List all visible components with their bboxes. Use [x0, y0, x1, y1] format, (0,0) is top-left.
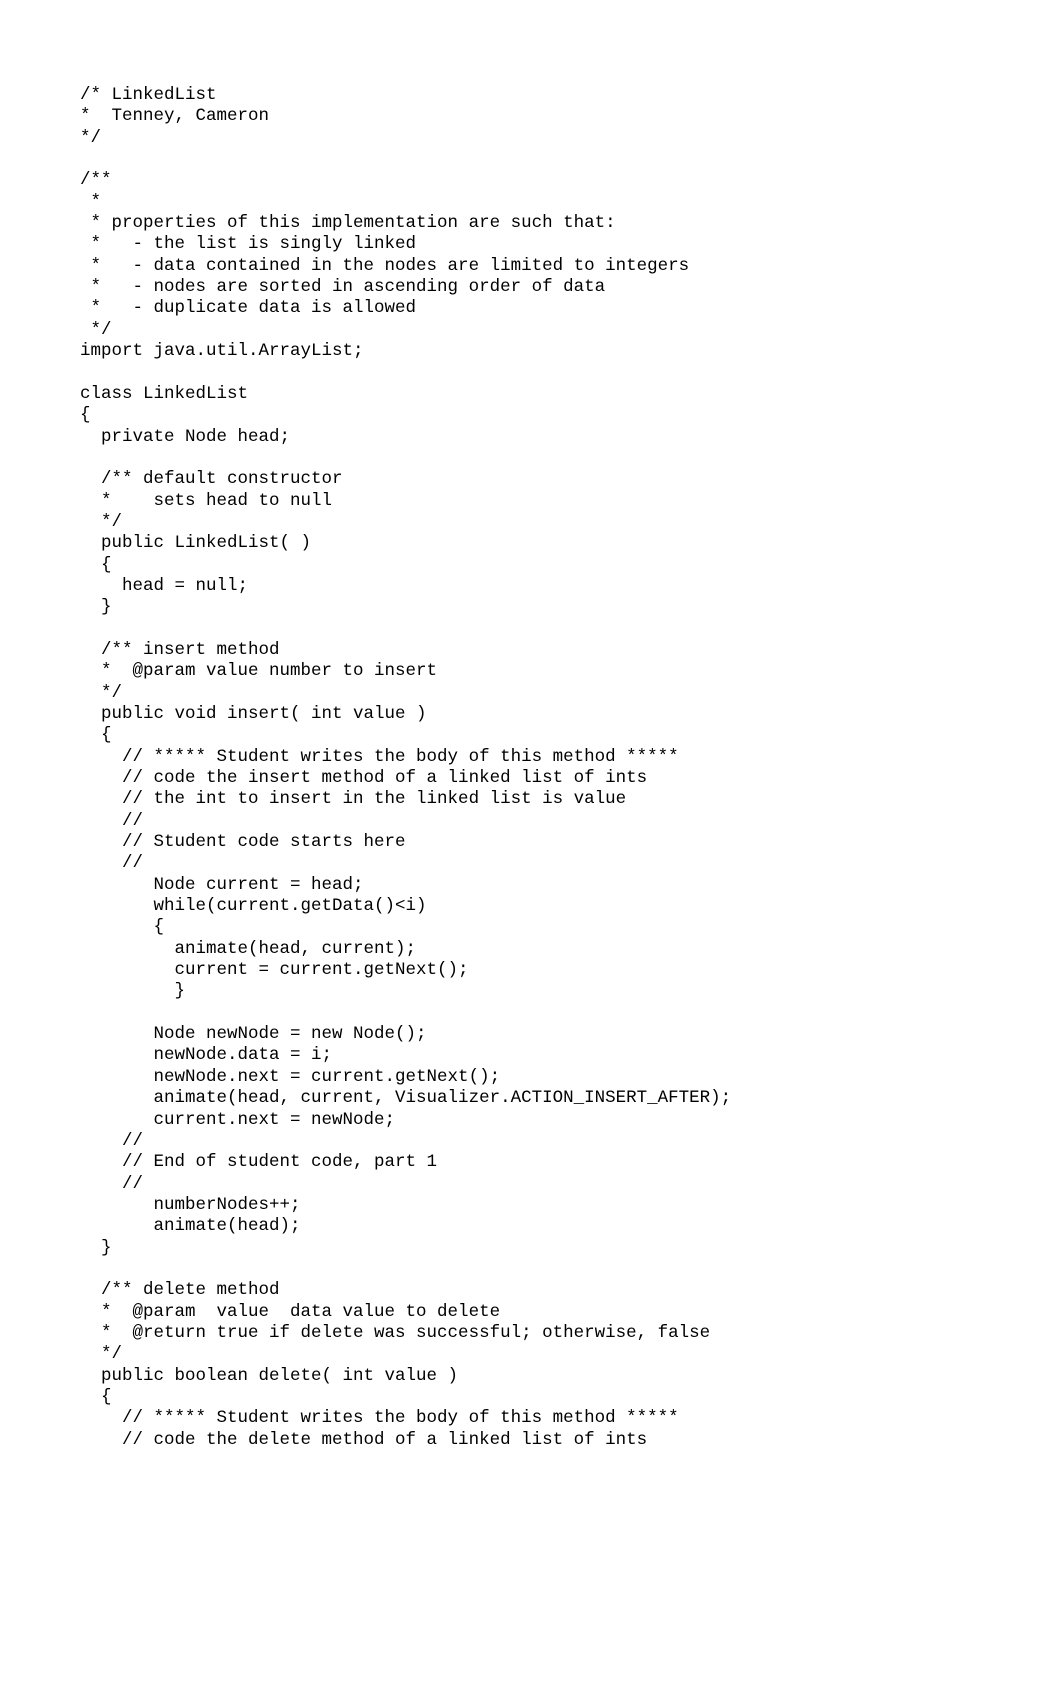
source-code-block: /* LinkedList * Tenney, Cameron */ /** *… [0, 0, 1062, 1451]
